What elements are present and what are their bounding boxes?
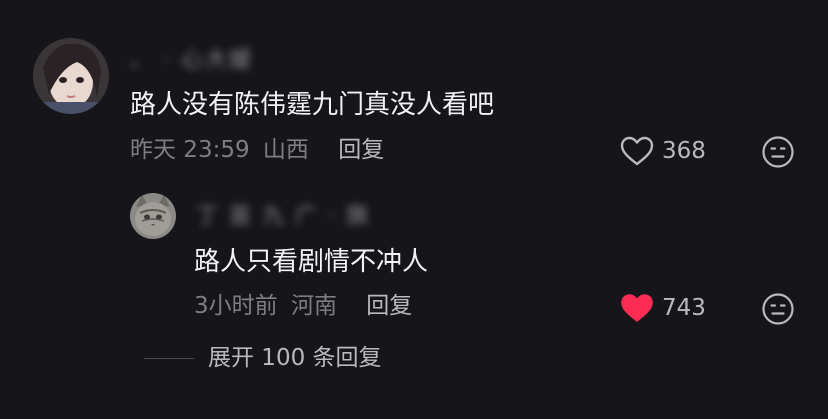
expand-divider [144,358,194,359]
reply-like-button[interactable]: 743 [620,292,706,324]
dislike-button[interactable] [761,135,795,173]
meh-face-icon [762,293,794,325]
reply-like-count: 743 [662,294,706,321]
heart-filled-icon [621,294,653,322]
comment-location: 山西 [262,137,309,163]
reply-username[interactable]: 丁 苗 九 广 · 旗 [196,198,370,230]
like-count: 368 [662,137,706,164]
comment-text: 路人没有陈伟霆九门真没人看吧 [130,90,495,120]
reply-reply-button[interactable]: 回复 [366,293,412,319]
meh-face-icon [762,136,794,168]
comment-time: 昨天 23:59 [130,137,250,163]
reply-avatar[interactable] [130,193,176,239]
comment-thread: 、 · 心大嫒 路人没有陈伟霆九门真没人看吧 昨天 23:59 山西 回复 36… [0,0,828,419]
reply-time: 3小时前 [194,293,278,319]
like-button[interactable]: 368 [620,135,706,167]
reply-button[interactable]: 回复 [338,137,384,163]
avatar[interactable] [33,38,109,114]
heart-outline-icon [620,136,654,166]
expand-replies-label: 展开 100 条回复 [208,345,382,371]
comment-meta: 昨天 23:59 山西 回复 [130,139,384,162]
reply-location: 河南 [290,293,337,319]
expand-replies-button[interactable]: 展开 100 条回复 [144,347,382,370]
comment-username[interactable]: 、 · 心大嫒 [130,42,253,74]
reply-dislike-button[interactable] [761,292,795,330]
reply-text: 路人只看剧情不冲人 [194,247,429,277]
reply-meta: 3小时前 河南 回复 [194,295,412,318]
